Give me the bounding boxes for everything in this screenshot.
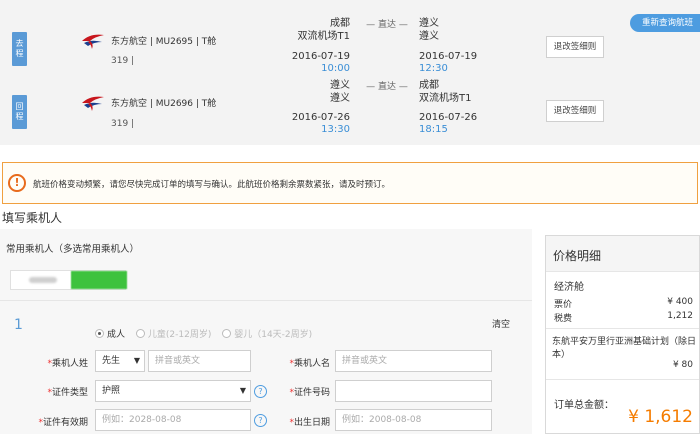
return-aircraft-model: 319 |	[111, 119, 135, 129]
expiry-input[interactable]: 例如：2028-08-08	[95, 409, 251, 431]
redacted-name	[29, 277, 57, 283]
return-airline-info: 东方航空 | MU2696 | T舱	[111, 99, 217, 109]
outbound-aircraft-model: 319 |	[111, 56, 135, 66]
birth-date-label: *出生日期	[289, 418, 330, 428]
outbound-dep-airport: 双流机场T1	[297, 31, 350, 42]
outbound-direct-label: — 直达 —	[366, 20, 408, 30]
notice-text: 航班价格变动频繁，请您尽快完成订单的填写与确认。此航班价格剩余票数紧张，请及时预…	[33, 180, 391, 190]
clear-button[interactable]: 清空	[492, 317, 510, 330]
outbound-dep-date: 2016-07-19	[291, 51, 350, 62]
outbound-flight-row: 去程 东方航空 | MU2695 | T舱 319 | 成都 双流机场T1 — …	[0, 2, 700, 74]
fare-value: ¥ 400	[667, 297, 693, 307]
redacted-name	[71, 271, 127, 289]
expiry-label: *证件有效期	[38, 418, 88, 428]
china-eastern-logo-icon	[82, 34, 104, 49]
return-tag: 回程	[12, 95, 27, 129]
surname-label: *乘机人姓	[47, 359, 88, 369]
passenger-index: 1	[14, 317, 23, 333]
return-dep-city: 遵义	[330, 80, 350, 91]
fare-label: 票价	[554, 300, 573, 310]
return-dep-date: 2016-07-26	[291, 112, 350, 123]
outbound-arr-airport: 遵义	[419, 31, 439, 42]
insurance-name: 东航平安万里行亚洲基础计划（除日本）	[552, 337, 697, 360]
return-dep-time: 13:30	[321, 124, 350, 135]
frequent-passengers-title: 常用乘机人（多选常用乘机人）	[6, 244, 140, 255]
given-name-label: *乘机人名	[289, 359, 330, 369]
price-detail-title: 价格明细	[546, 236, 699, 272]
id-number-input[interactable]	[335, 380, 492, 402]
insurance-value: ¥ 80	[672, 360, 693, 370]
return-arr-airport: 双流机场T1	[419, 93, 472, 104]
total-amount: ¥ 1,612	[628, 407, 693, 427]
frequent-passenger-chip[interactable]	[10, 270, 127, 290]
id-type-label: *证件类型	[47, 388, 88, 398]
divider	[546, 328, 699, 329]
outbound-dep-city: 成都	[330, 18, 350, 29]
type-adult-radio[interactable]: 成人	[95, 327, 125, 340]
flight-summary: 重新查询航班 去程 东方航空 | MU2695 | T舱 319 | 成都 双流…	[0, 0, 700, 145]
surname-input[interactable]: 拼音或英文	[148, 350, 251, 372]
return-direct-label: — 直达 —	[366, 82, 408, 92]
total-label: 订单总金额：	[554, 400, 614, 411]
outbound-arr-city: 遵义	[419, 18, 439, 29]
id-type-select[interactable]: 护照 ▼	[95, 380, 251, 402]
section-title: 填写乘机人	[2, 211, 63, 225]
type-infant-radio[interactable]: 婴儿（14天-2周岁)	[222, 327, 312, 340]
return-arr-city: 成都	[419, 80, 439, 91]
return-arr-date: 2016-07-26	[419, 112, 478, 123]
title-select[interactable]: 先生 ▼	[95, 350, 145, 372]
id-number-label: *证件号码	[289, 388, 330, 398]
outbound-refund-rules-button[interactable]: 退改签细则	[546, 36, 604, 58]
outbound-airline-info: 东方航空 | MU2695 | T舱	[111, 37, 217, 47]
divider	[546, 379, 699, 380]
cabin-class: 经济舱	[554, 282, 584, 293]
passenger-type-group: 成人 儿童(2-12周岁) 婴儿（14天-2周岁)	[95, 327, 320, 341]
tax-label: 税费	[554, 314, 573, 324]
type-child-radio[interactable]: 儿童(2-12周岁)	[135, 327, 211, 340]
given-name-input[interactable]: 拼音或英文	[335, 350, 492, 372]
price-detail-panel: 价格明细 经济舱 票价 ¥ 400 税费 1,212 东航平安万里行亚洲基础计划…	[545, 235, 700, 434]
price-change-notice: ! 航班价格变动频繁，请您尽快完成订单的填写与确认。此航班价格剩余票数紧张，请及…	[2, 162, 698, 204]
outbound-tag: 去程	[12, 32, 27, 66]
outbound-arr-date: 2016-07-19	[419, 51, 478, 62]
return-flight-row: 回程 东方航空 | MU2696 | T舱 319 | 遵义 遵义 — 直达 —…	[0, 73, 700, 143]
return-refund-rules-button[interactable]: 退改签细则	[546, 100, 604, 122]
birth-date-input[interactable]: 例如：2008-08-08	[335, 409, 492, 431]
return-dep-airport: 遵义	[330, 93, 350, 104]
warning-icon: !	[8, 174, 26, 192]
divider	[0, 300, 532, 301]
china-eastern-logo-icon	[82, 96, 104, 111]
tax-value: 1,212	[667, 311, 693, 321]
return-arr-time: 18:15	[419, 124, 448, 135]
